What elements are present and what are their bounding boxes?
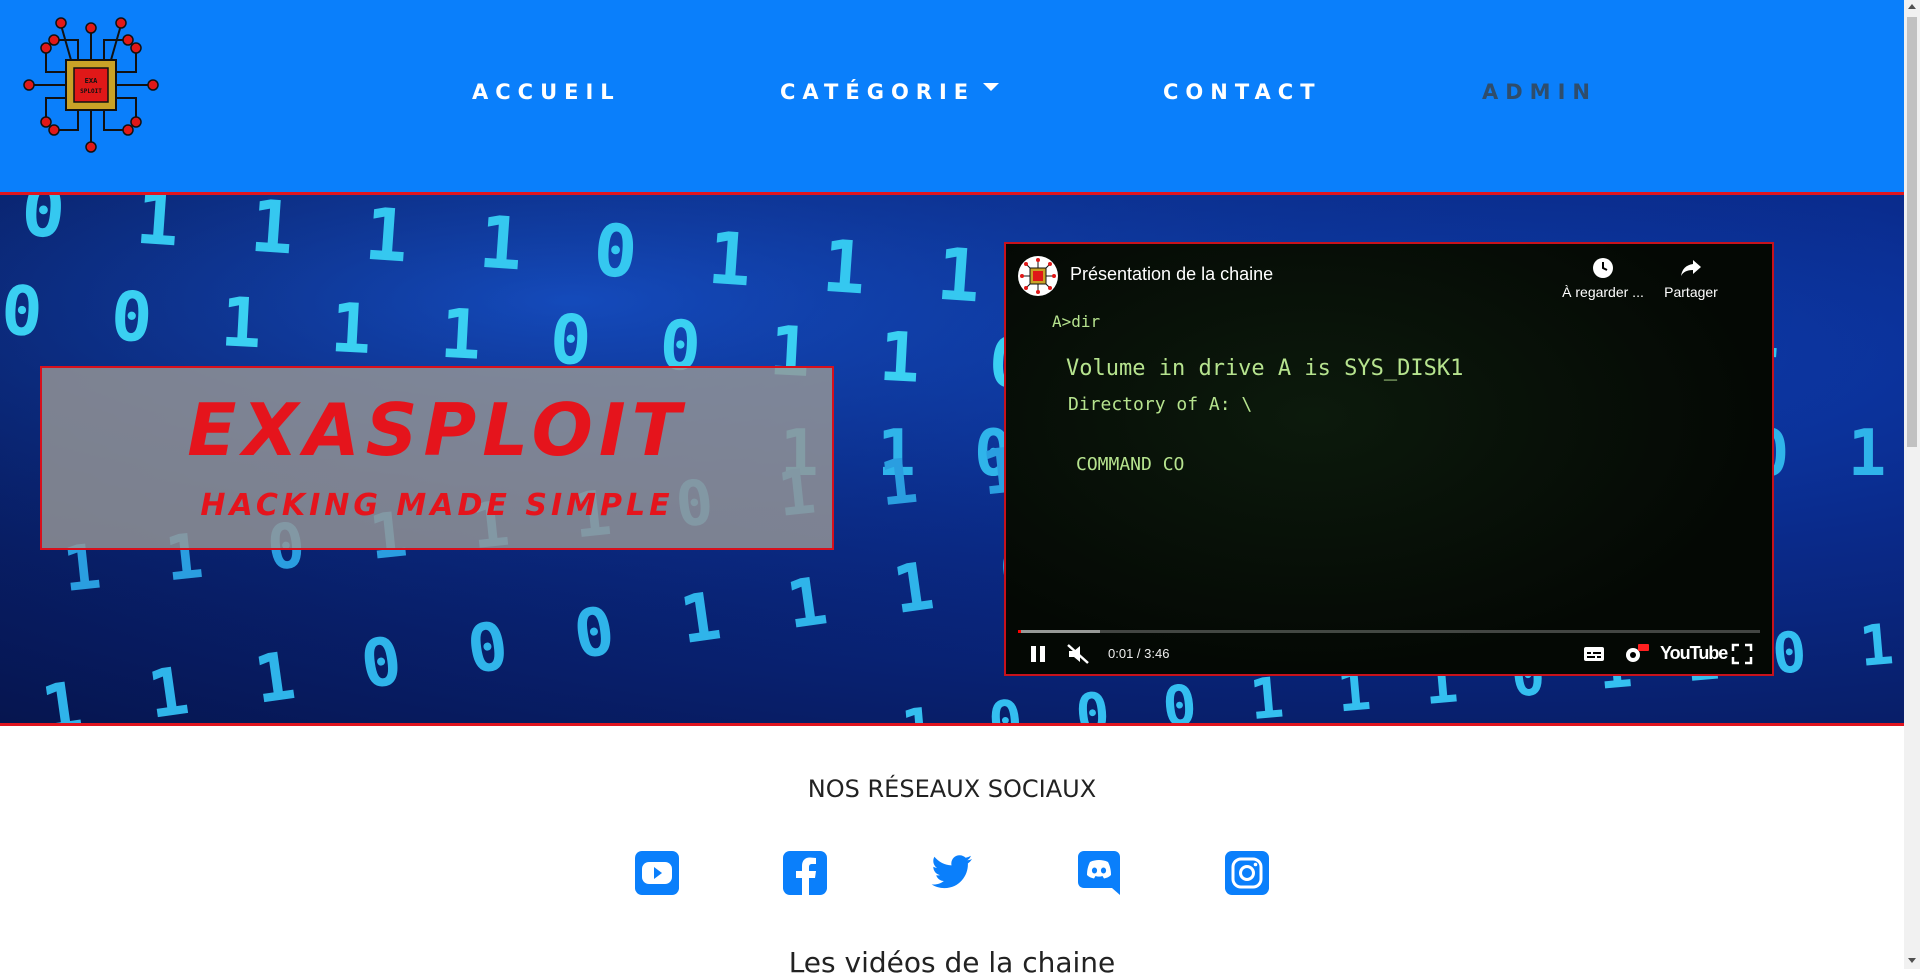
youtube-icon[interactable] [634,850,680,896]
mute-icon[interactable] [1066,642,1092,666]
scroll-up-arrow-icon[interactable] [1908,4,1916,9]
circuit-chip-icon: EXA SPLOIT [23,17,159,153]
terminal-line: A>dir [1052,312,1101,331]
discord-icon[interactable] [1076,850,1122,896]
nav-categorie-label: CATÉGORIE [780,80,976,104]
facebook-icon[interactable] [782,850,828,896]
twitter-icon[interactable] [928,850,974,896]
youtube-logo[interactable]: YouTube [1660,643,1728,664]
page-scrollbar[interactable] [1904,0,1920,969]
top-navbar: EXA SPLOIT ACCUEIL CATÉGORIE CONTACT ADM… [0,0,1904,195]
channel-avatar[interactable] [1018,256,1058,296]
progress-played [1018,630,1021,633]
hero-subtitle: HACKING MADE SIMPLE [200,488,674,523]
subtitles-icon[interactable] [1582,642,1606,666]
hero-title: EXASPLOIT [187,388,687,472]
videos-heading: Les vidéos de la chaine [788,946,1116,979]
nav-contact[interactable]: CONTACT [1163,80,1322,104]
progress-buffered [1018,630,1100,633]
nav-accueil[interactable]: ACCUEIL [472,80,621,104]
site-logo[interactable]: EXA SPLOIT [16,10,166,160]
pause-icon[interactable] [1028,642,1048,666]
watch-later-label: À regarder ... [1562,284,1644,300]
nav-categorie-dropdown[interactable]: CATÉGORIE [780,80,1000,104]
share-arrow-icon [1681,260,1701,276]
terminal-line: Volume in drive A is SYS_DISK1 [1066,356,1464,381]
instagram-icon[interactable] [1224,850,1270,896]
video-progress-bar[interactable] [1018,630,1760,633]
terminal-line: Directory of A: \ [1068,394,1253,415]
circuit-chip-icon [1020,258,1056,294]
scrollbar-thumb[interactable] [1907,17,1917,447]
svg-text:EXA: EXA [85,77,98,85]
watch-later-button[interactable]: À regarder ... [1558,256,1648,300]
youtube-embed-player[interactable]: A>dir Volume in drive A is SYS_DISK1 Dir… [1004,242,1774,676]
share-label: Partager [1664,284,1718,300]
settings-gear-icon[interactable] [1622,642,1650,666]
clock-icon [1593,258,1613,278]
share-button[interactable]: Partager [1646,256,1736,300]
scroll-down-arrow-icon[interactable] [1908,958,1916,963]
hero-title-box: EXASPLOIT HACKING MADE SIMPLE [40,366,834,550]
video-time: 0:01 / 3:46 [1108,646,1170,661]
caret-down-icon [983,83,1000,91]
nav-admin[interactable]: ADMIN [1482,80,1597,104]
social-heading: NOS RÉSEAUX SOCIAUX [807,775,1097,803]
svg-text:SPLOIT: SPLOIT [80,88,102,95]
video-title[interactable]: Présentation de la chaine [1070,264,1273,285]
terminal-line: COMMAND CO [1076,454,1185,475]
fullscreen-icon[interactable] [1730,642,1754,666]
